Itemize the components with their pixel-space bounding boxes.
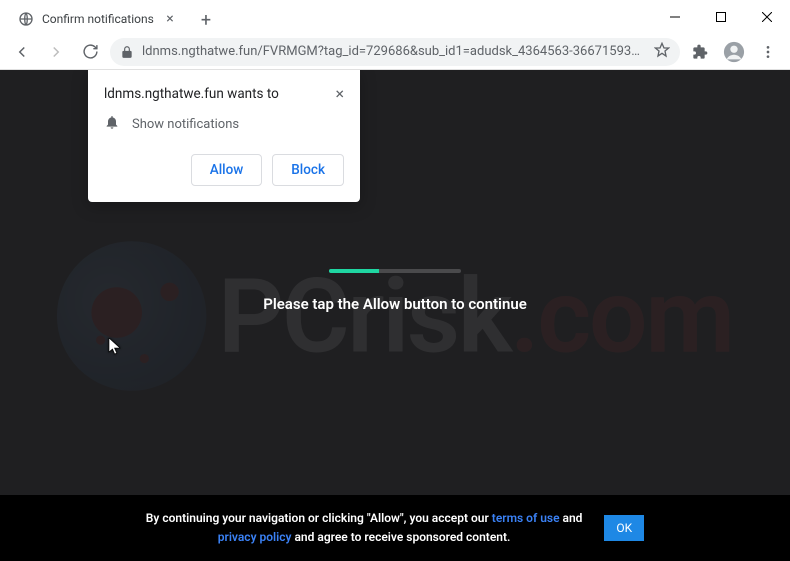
tab-title: Confirm notifications [42, 12, 154, 26]
mouse-cursor-icon [108, 338, 122, 360]
close-icon[interactable]: × [335, 86, 344, 102]
profile-avatar-icon[interactable] [720, 41, 748, 63]
bell-icon [104, 114, 120, 134]
terms-link[interactable]: terms of use [492, 511, 560, 525]
url-text: ldnms.ngthatwe.fun/FVRMGM?tag_id=729686&… [142, 44, 646, 59]
watermark-logo-icon [57, 241, 207, 391]
tab-close-icon[interactable]: × [162, 11, 178, 27]
window-titlebar: Confirm notifications × + [0, 0, 790, 34]
globe-icon [18, 11, 34, 27]
close-window-button[interactable] [744, 0, 790, 34]
address-bar[interactable]: ldnms.ngthatwe.fun/FVRMGM?tag_id=729686&… [110, 38, 680, 66]
notification-permission-popup: ldnms.ngthatwe.fun wants to × Show notif… [88, 70, 360, 202]
center-content: Please tap the Allow button to continue [0, 269, 790, 313]
extensions-icon[interactable] [686, 44, 714, 60]
bookmark-star-icon[interactable] [654, 42, 670, 62]
tab-strip: Confirm notifications × + [0, 0, 652, 34]
privacy-link[interactable]: privacy policy [218, 530, 292, 544]
maximize-button[interactable] [698, 0, 744, 34]
back-button[interactable] [8, 38, 36, 66]
allow-button[interactable]: Allow [191, 154, 263, 186]
consent-bar: By continuing your navigation or clickin… [0, 495, 790, 561]
browser-tab[interactable]: Confirm notifications × [8, 4, 188, 34]
menu-icon[interactable] [754, 44, 782, 60]
new-tab-button[interactable]: + [192, 6, 220, 34]
reload-button[interactable] [76, 38, 104, 66]
window-controls [652, 0, 790, 34]
consent-text: By continuing your navigation or clickin… [146, 509, 583, 547]
browser-toolbar: ldnms.ngthatwe.fun/FVRMGM?tag_id=729686&… [0, 34, 790, 70]
consent-ok-button[interactable]: OK [604, 515, 644, 541]
permission-label: Show notifications [132, 117, 239, 132]
minimize-button[interactable] [652, 0, 698, 34]
instruction-text: Please tap the Allow button to continue [263, 295, 527, 313]
progress-fill [329, 269, 379, 273]
forward-button[interactable] [42, 38, 70, 66]
progress-bar [329, 269, 461, 273]
permission-origin-text: ldnms.ngthatwe.fun wants to [104, 86, 279, 102]
lock-icon [120, 45, 134, 59]
block-button[interactable]: Block [272, 154, 344, 186]
permission-item: Show notifications [104, 114, 344, 134]
page-content: PCrisk.com Please tap the Allow button t… [0, 70, 790, 561]
